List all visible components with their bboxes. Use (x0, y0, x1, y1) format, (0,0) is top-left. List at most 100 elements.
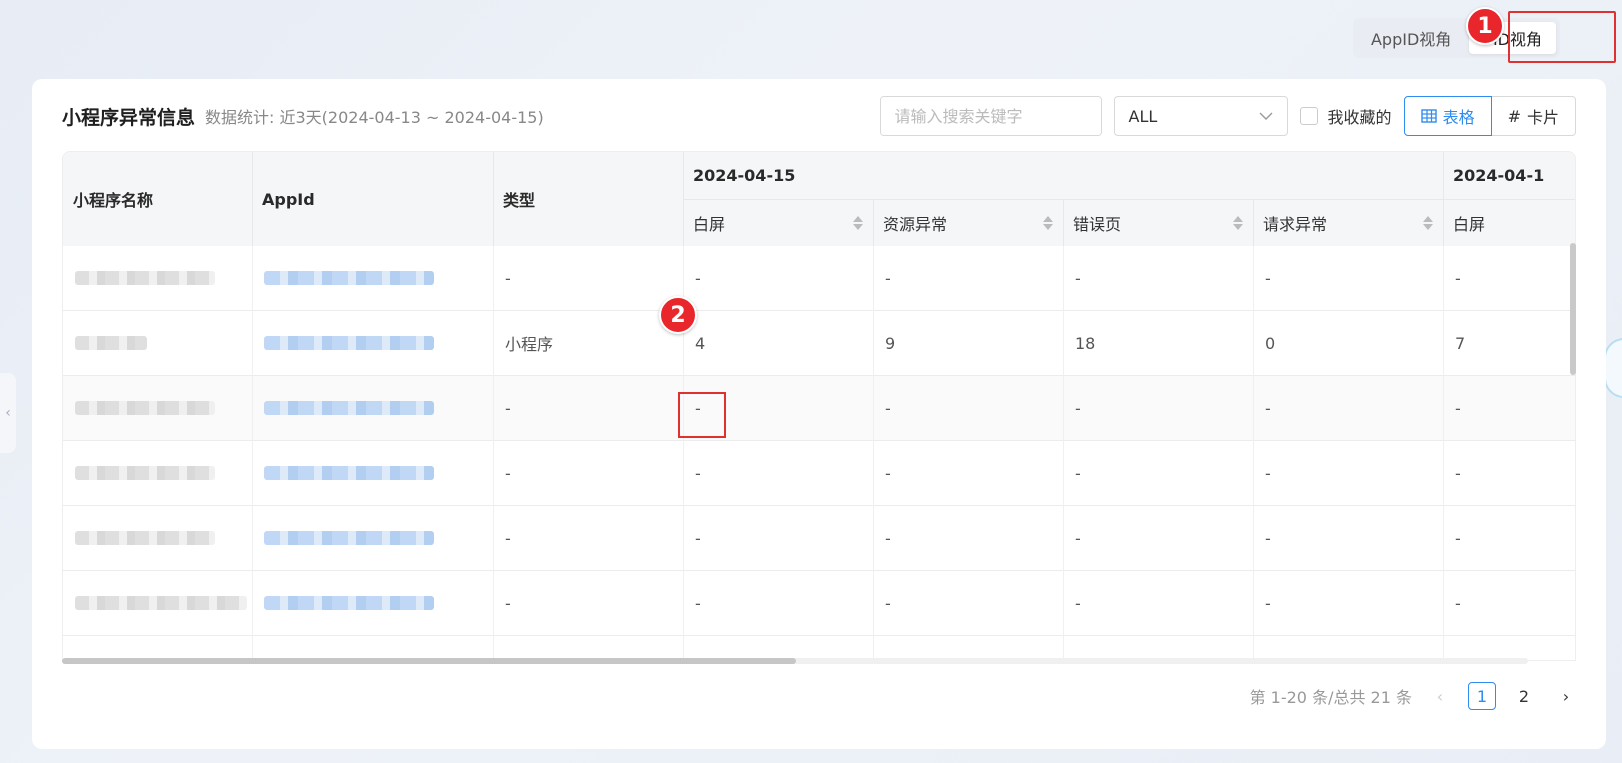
value-cell: - (1455, 268, 1461, 288)
floating-assistant[interactable] (1604, 338, 1622, 398)
table-row[interactable]: - - - - - - (63, 571, 1575, 636)
highlight-box-pid (1508, 11, 1616, 63)
value-cell: - (885, 593, 891, 613)
app-name-redacted (75, 466, 215, 480)
prev-page-button[interactable]: ‹ (1426, 682, 1454, 710)
app-name-redacted (75, 271, 215, 285)
col-group-date-1: 2024-04-15 (693, 166, 796, 185)
value-cell: 18 (1075, 333, 1096, 353)
table-row[interactable]: 小程序 4 9 18 0 7 (63, 311, 1575, 376)
appid-link-redacted[interactable] (264, 466, 434, 480)
next-page-button[interactable]: › (1552, 682, 1580, 710)
exception-table: 小程序名称 AppId 类型 2024-04-15 2024-04-1 白屏 资… (62, 151, 1576, 661)
card-header: 小程序异常信息 数据统计: 近3天(2024-04-13 ~ 2024-04-1… (62, 95, 1576, 137)
table-icon (1420, 109, 1437, 123)
sort-icon[interactable] (1233, 215, 1243, 230)
type-cell: - (505, 268, 511, 288)
col-header-request-error[interactable]: 请求异常 (1253, 199, 1443, 246)
value-cell: - (695, 463, 701, 483)
filter-select-value: ALL (1128, 106, 1158, 126)
favorites-label: 我收藏的 (1327, 108, 1392, 127)
table-row[interactable]: - - - - - - (63, 246, 1575, 311)
value-cell: 7 (1455, 333, 1466, 353)
value-cell: - (1455, 398, 1461, 418)
value-cell: - (1265, 268, 1271, 288)
type-cell: - (505, 593, 511, 613)
value-cell: - (885, 398, 891, 418)
appid-link-redacted[interactable] (264, 336, 434, 350)
toolbar: ALL 我收藏的 表格 (879, 96, 1576, 136)
value-cell: - (1265, 398, 1271, 418)
app-name-redacted (75, 336, 147, 350)
col-header-error-page[interactable]: 错误页 (1063, 199, 1253, 246)
collapse-handle[interactable]: ‹ (0, 373, 16, 453)
appid-link-redacted[interactable] (264, 596, 434, 610)
value-cell: 9 (885, 333, 896, 353)
sort-icon[interactable] (1423, 215, 1433, 230)
favorites-checkbox[interactable] (1299, 107, 1318, 125)
value-cell: - (1075, 463, 1081, 483)
search-input[interactable] (880, 97, 1101, 135)
app-name-redacted (75, 531, 215, 545)
card-view-button[interactable]: # 卡片 (1491, 96, 1576, 136)
type-cell: - (505, 528, 511, 548)
value-cell: - (1265, 528, 1271, 548)
appid-link-redacted[interactable] (264, 401, 434, 415)
value-cell: - (1455, 593, 1461, 613)
col-header-resource-error[interactable]: 资源异常 (873, 199, 1063, 246)
col-header-label: 白屏 (1453, 214, 1486, 234)
col-header-white-screen-2[interactable]: 白屏 (1443, 199, 1575, 246)
table-row[interactable]: - - - - - - (63, 506, 1575, 571)
col-header-label: 错误页 (1073, 214, 1122, 234)
appid-link-redacted[interactable] (264, 271, 434, 285)
value-cell: - (1075, 528, 1081, 548)
chevron-down-icon (1259, 112, 1273, 120)
page-subtitle: 数据统计: 近3天(2024-04-13 ~ 2024-04-15) (205, 108, 544, 127)
value-cell: - (695, 268, 701, 288)
annotation-badge-2: 2 (659, 296, 697, 334)
filter-select[interactable]: ALL (1113, 96, 1288, 136)
app-name-redacted (75, 596, 247, 610)
vertical-scrollbar[interactable] (1570, 243, 1576, 375)
table-view-button[interactable]: 表格 (1403, 96, 1492, 136)
col-header-label: 白屏 (693, 214, 726, 234)
annotation-badge-1: 1 (1466, 7, 1504, 45)
horizontal-scrollbar-thumb[interactable] (62, 658, 796, 664)
value-cell: 0 (1265, 333, 1276, 353)
col-header-appid: AppId (262, 189, 315, 209)
col-header-type: 类型 (503, 191, 536, 210)
value-cell-white-screen[interactable]: 4 (683, 311, 873, 375)
grid-icon: # (1507, 106, 1521, 126)
value-cell: - (695, 593, 701, 613)
sort-icon[interactable] (1043, 215, 1053, 230)
col-header-label: 请求异常 (1263, 214, 1328, 234)
value-cell: - (1265, 463, 1271, 483)
value-cell: - (1455, 463, 1461, 483)
type-cell: 小程序 (505, 335, 554, 354)
appid-view-button[interactable]: AppID视角 (1357, 22, 1465, 54)
highlight-box-cell (678, 392, 726, 438)
value-cell: - (1265, 593, 1271, 613)
value-cell: - (1455, 528, 1461, 548)
col-header-label: 资源异常 (883, 214, 948, 234)
value-cell: - (695, 528, 701, 548)
chevron-left-icon: ‹ (5, 405, 11, 421)
page-button-1[interactable]: 1 (1468, 682, 1496, 710)
table-row[interactable]: - - - - - - (63, 376, 1575, 441)
horizontal-scrollbar[interactable] (62, 658, 1528, 664)
app-name-redacted (75, 401, 215, 415)
favorites-filter[interactable]: 我收藏的 (1299, 104, 1392, 128)
appid-link-redacted[interactable] (264, 531, 434, 545)
value-cell: - (885, 463, 891, 483)
col-header-white-screen[interactable]: 白屏 (683, 199, 873, 246)
table-row[interactable]: - - - - - - (63, 441, 1575, 506)
page-button-2[interactable]: 2 (1510, 682, 1538, 710)
main-card: 小程序异常信息 数据统计: 近3天(2024-04-13 ~ 2024-04-1… (32, 79, 1606, 749)
col-header-name: 小程序名称 (73, 191, 154, 210)
type-cell: - (505, 398, 511, 418)
value-cell: - (1075, 268, 1081, 288)
sort-icon[interactable] (853, 215, 863, 230)
col-group-date-2: 2024-04-1 (1453, 166, 1545, 185)
value-cell: - (1075, 593, 1081, 613)
value-cell: - (885, 528, 891, 548)
